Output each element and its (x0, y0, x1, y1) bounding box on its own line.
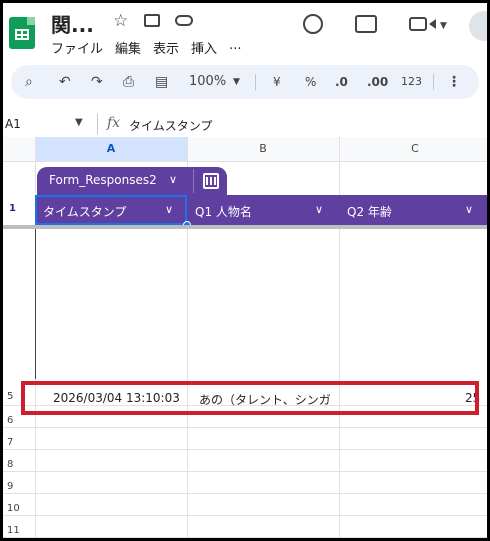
fx-icon: fx (107, 115, 121, 131)
sheets-window: 関... ☆ ファイル 編集 表示 挿入 ... ▼ ⌕ ↶ ↷ ⎙ ▤ 100… (3, 3, 487, 538)
row-number[interactable]: 1 (9, 203, 16, 214)
account-avatar[interactable] (469, 11, 487, 41)
grid-line (3, 515, 487, 516)
move-to-folder-icon[interactable] (144, 14, 160, 27)
toolbar: ⌕ ↶ ↷ ⎙ ▤ 100% ▼ ¥ % .0 .00 123 ⋮ (11, 65, 479, 99)
row-number[interactable]: 8 (3, 459, 35, 470)
document-title[interactable]: 関... (51, 9, 94, 38)
table-calculator-icon[interactable] (203, 173, 219, 189)
toolbar-divider (433, 74, 434, 90)
more-options-icon[interactable]: ⋮ (447, 73, 461, 91)
name-box[interactable]: A1 (5, 117, 21, 131)
toolbar-divider (255, 74, 256, 90)
active-cell-selection[interactable] (35, 195, 187, 225)
table-header-person[interactable]: Q1 人物名 (195, 203, 252, 220)
paint-format-icon[interactable]: ▤ (155, 73, 168, 91)
column-header-b[interactable]: B (187, 137, 339, 161)
menu-bar: ファイル 編集 表示 挿入 ... (51, 38, 241, 57)
row-number[interactable]: 7 (3, 437, 35, 448)
sheets-logo-icon[interactable] (9, 17, 35, 49)
format-percent-button[interactable]: % (305, 73, 316, 91)
undo-icon[interactable]: ↶ (59, 73, 71, 91)
cloud-status-icon[interactable] (175, 15, 193, 26)
grid-line (3, 493, 487, 494)
row-number[interactable]: 11 (3, 525, 35, 536)
menu-edit[interactable]: 編集 (115, 38, 141, 57)
zoom-chevron-icon[interactable]: ▼ (233, 73, 240, 91)
menu-view[interactable]: 表示 (153, 38, 179, 57)
table-tab-divider (193, 169, 194, 193)
meet-video-icon-lens (429, 19, 436, 29)
menu-file[interactable]: ファイル (51, 38, 103, 57)
frozen-column-divider (35, 229, 36, 379)
row-number[interactable]: 6 (3, 415, 35, 426)
table-name[interactable]: Form_Responses2 (49, 173, 157, 187)
grid-line (3, 449, 487, 450)
name-box-chevron-icon[interactable]: ▼ (75, 117, 83, 128)
formula-bar-divider (97, 114, 98, 134)
table-header-age[interactable]: Q2 年齢 (347, 203, 392, 220)
zoom-select[interactable]: 100% (189, 73, 226, 91)
print-icon[interactable]: ⎙ (123, 73, 134, 91)
meet-dropdown-chevron-icon[interactable]: ▼ (440, 21, 447, 31)
column-header-a[interactable]: A (35, 137, 187, 161)
search-menus-icon[interactable]: ⌕ (25, 73, 33, 91)
star-icon[interactable]: ☆ (113, 11, 128, 31)
decrease-decimal-button[interactable]: .0 (335, 73, 348, 91)
column-filter-chevron-icon[interactable]: ∨ (315, 203, 323, 216)
grid-line (3, 471, 487, 472)
row-number[interactable]: 10 (3, 503, 35, 514)
highlight-box (21, 381, 479, 415)
grid-line (3, 427, 487, 428)
comments-icon[interactable] (355, 15, 377, 33)
grid-line (3, 161, 487, 162)
menu-insert[interactable]: 挿入 (191, 38, 217, 57)
column-filter-chevron-icon[interactable]: ∨ (465, 203, 473, 216)
history-icon[interactable] (303, 14, 323, 34)
frozen-rows-divider[interactable] (3, 225, 487, 229)
meet-video-icon[interactable] (409, 17, 427, 31)
redo-icon[interactable]: ↷ (91, 73, 103, 91)
grid-line (3, 537, 487, 538)
menu-more[interactable]: ... (229, 38, 241, 57)
row-number[interactable]: 9 (3, 481, 35, 492)
increase-decimal-button[interactable]: .00 (367, 73, 388, 91)
more-formats-button[interactable]: 123 (401, 73, 422, 91)
spreadsheet-grid[interactable]: A B C Form_Responses2 ∨ 1 タイムスタンプ ∨ Q1 人… (3, 137, 487, 538)
column-header-c[interactable]: C (339, 137, 487, 161)
table-menu-chevron-icon[interactable]: ∨ (169, 173, 177, 186)
format-currency-button[interactable]: ¥ (273, 73, 281, 91)
formula-input[interactable]: タイムスタンプ (129, 117, 212, 134)
